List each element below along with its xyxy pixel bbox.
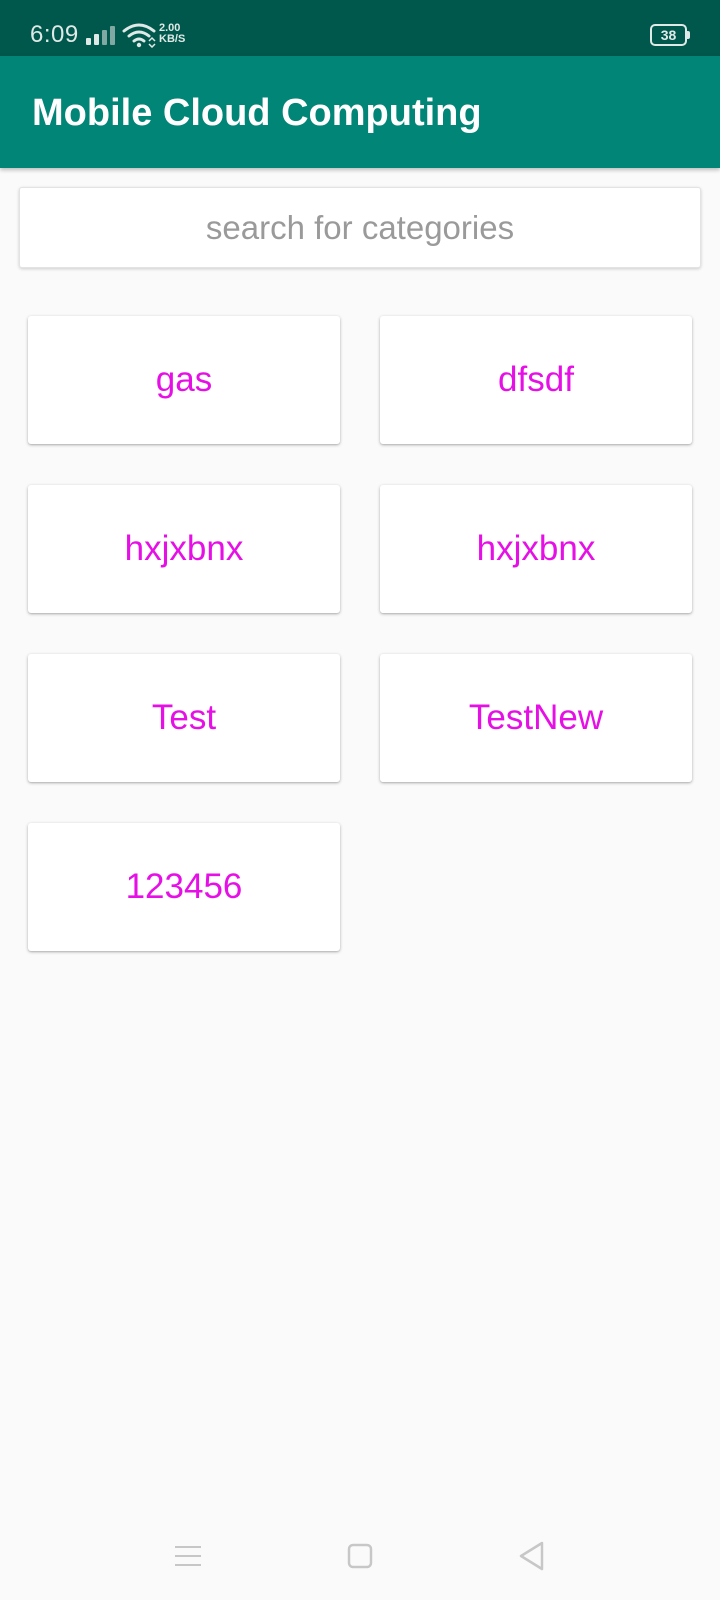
category-label: hxjxbnx	[476, 529, 596, 568]
category-grid: gas dfsdf hxjxbnx hxjxbnx Test TestNew 1…	[28, 316, 692, 951]
network-speed-unit: KB/S	[159, 33, 186, 45]
status-time: 6:09	[30, 21, 79, 48]
battery-level: 38	[650, 24, 687, 46]
menu-icon[interactable]	[174, 1543, 202, 1569]
status-bar: 6:09 2.00 KB/S 38	[0, 0, 720, 56]
category-label: gas	[155, 360, 213, 399]
category-card[interactable]: TestNew	[380, 654, 692, 782]
category-card[interactable]: hxjxbnx	[28, 485, 340, 613]
category-card[interactable]: hxjxbnx	[380, 485, 692, 613]
app-bar: Mobile Cloud Computing	[0, 56, 720, 168]
category-label: Test	[151, 698, 217, 737]
category-label: TestNew	[468, 698, 604, 737]
search-input[interactable]	[20, 188, 700, 267]
search-box[interactable]	[19, 187, 701, 268]
category-card[interactable]: gas	[28, 316, 340, 444]
page-title: Mobile Cloud Computing	[32, 92, 482, 134]
category-card[interactable]: 123456	[28, 823, 340, 951]
category-label: dfsdf	[498, 360, 574, 399]
signal-icon	[86, 26, 115, 45]
battery-icon: 38	[650, 24, 690, 46]
home-icon[interactable]	[347, 1542, 373, 1570]
navigation-bar	[0, 1520, 720, 1600]
category-label: 123456	[125, 867, 243, 906]
wifi-icon	[122, 23, 156, 48]
category-card[interactable]: dfsdf	[380, 316, 692, 444]
category-label: hxjxbnx	[124, 529, 244, 568]
category-card[interactable]: Test	[28, 654, 340, 782]
back-icon[interactable]	[517, 1540, 545, 1572]
network-speed: 2.00 KB/S	[159, 23, 185, 45]
